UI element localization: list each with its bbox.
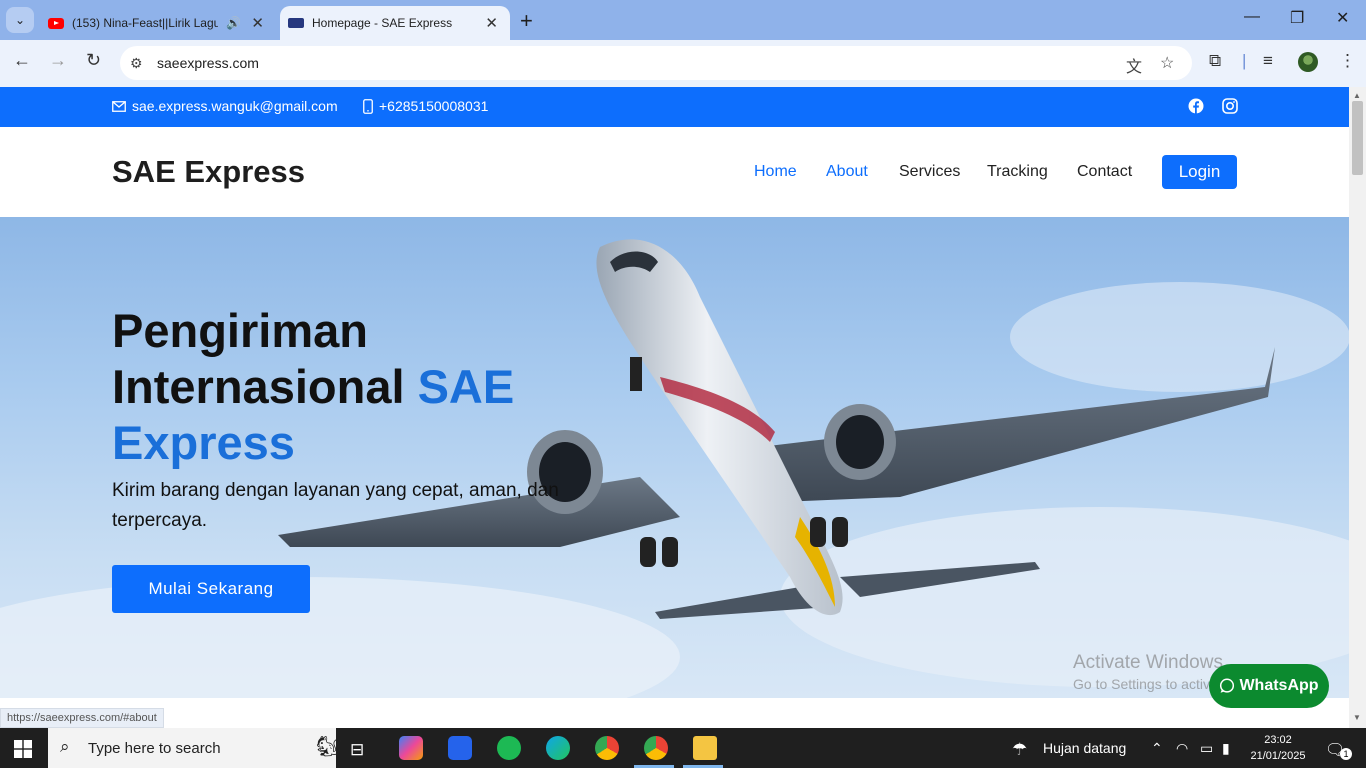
- brand-logo[interactable]: SAE Express: [112, 154, 305, 190]
- envelope-icon: [112, 100, 126, 112]
- search-highlight-icon: 🐿: [316, 736, 342, 758]
- weather-rain-icon[interactable]: ☂: [1012, 740, 1027, 760]
- speaker-icon[interactable]: 🔊: [226, 16, 241, 30]
- chevron-up-icon[interactable]: ⌃: [1151, 740, 1163, 757]
- hero-title: Pengiriman Internasional SAE Express: [112, 303, 632, 471]
- nav-about[interactable]: About: [826, 163, 868, 181]
- scroll-up-arrow[interactable]: ▲: [1353, 91, 1361, 100]
- site-info-icon[interactable]: ⚙: [130, 55, 143, 72]
- youtube-icon: [48, 17, 64, 29]
- start-now-button[interactable]: Mulai Sekarang: [112, 565, 310, 613]
- minimize-button[interactable]: —: [1244, 8, 1260, 26]
- new-tab-button[interactable]: +: [520, 8, 533, 34]
- notification-count: 1: [1340, 748, 1352, 760]
- tab-title: Homepage - SAE Express: [312, 16, 453, 30]
- microsoft-store-icon[interactable]: [448, 736, 472, 760]
- tab-sae-express[interactable]: Homepage - SAE Express ✕: [280, 6, 510, 40]
- url-text[interactable]: saeexpress.com: [157, 55, 259, 71]
- phone-icon: [363, 98, 373, 114]
- profile-avatar[interactable]: [1298, 52, 1318, 72]
- nav-services[interactable]: Services: [899, 163, 960, 181]
- web-page: sae.express.wanguk@gmail.com +6285150008…: [0, 87, 1349, 728]
- main-navbar: SAE Express Home About Services Tracking…: [0, 127, 1349, 217]
- hero-title-line2: Internasional: [112, 360, 405, 413]
- tab-title: (153) Nina-Feast||Lirik Lagu: [72, 16, 218, 30]
- address-bar[interactable]: ⚙ saeexpress.com 文 ☆: [120, 46, 1192, 80]
- facebook-icon[interactable]: [1188, 98, 1204, 114]
- site-favicon-icon: [288, 18, 304, 28]
- bookmark-star-icon[interactable]: ☆: [1160, 53, 1174, 73]
- browser-toolbar: ← → ↻ ⚙ saeexpress.com 文 ☆ ⧉ | ≡ ⋮: [0, 40, 1366, 87]
- file-explorer-icon[interactable]: [693, 736, 717, 760]
- clock-date: 21/01/2025: [1250, 750, 1306, 762]
- forward-button[interactable]: →: [49, 50, 67, 71]
- nav-home[interactable]: Home: [754, 163, 797, 181]
- whatsapp-button[interactable]: WhatsApp: [1209, 664, 1329, 708]
- restore-button[interactable]: ❐: [1290, 8, 1304, 28]
- windows-start-icon[interactable]: [14, 740, 32, 758]
- instagram-icon[interactable]: [1222, 98, 1238, 114]
- system-clock[interactable]: 23:02 21/01/2025: [1248, 732, 1308, 764]
- status-bar-link: https://saeexpress.com/#about: [0, 708, 164, 728]
- menu-kebab-icon[interactable]: ⋮: [1339, 51, 1356, 71]
- chrome-icon[interactable]: [595, 736, 619, 760]
- hero-subtitle: Kirim barang dengan layanan yang cepat, …: [112, 480, 559, 531]
- translate-icon[interactable]: 文: [1126, 53, 1142, 77]
- extensions-icon[interactable]: ⧉: [1209, 51, 1221, 71]
- spotify-icon[interactable]: [497, 736, 521, 760]
- hero-title-line1: Pengiriman: [112, 304, 368, 357]
- back-button[interactable]: ←: [13, 50, 31, 71]
- close-tab-icon[interactable]: ✕: [251, 14, 264, 32]
- phone-contact[interactable]: +6285150008031: [363, 98, 488, 114]
- chrome-profile-icon[interactable]: [644, 736, 668, 760]
- task-view-icon[interactable]: ⊟: [350, 740, 364, 760]
- edge-icon[interactable]: [546, 736, 570, 760]
- scroll-thumb[interactable]: [1352, 101, 1363, 175]
- toolbar-divider: |: [1242, 51, 1247, 70]
- close-window-button[interactable]: ✕: [1336, 8, 1349, 28]
- close-tab-icon[interactable]: ✕: [485, 14, 498, 32]
- weather-text[interactable]: Hujan datang: [1043, 740, 1126, 756]
- hero-section: Pengiriman Internasional SAE Express Kir…: [0, 217, 1349, 698]
- media-control-icon[interactable]: ≡: [1263, 51, 1273, 71]
- search-placeholder: Type here to search: [88, 740, 221, 757]
- reload-button[interactable]: ↻: [86, 50, 101, 71]
- nav-contact[interactable]: Contact: [1077, 163, 1132, 181]
- meet-now-icon[interactable]: ▭: [1200, 740, 1213, 757]
- email-contact[interactable]: sae.express.wanguk@gmail.com: [112, 98, 338, 114]
- windows-taskbar: ⌕ Type here to search 🐿 ⊟ ☂ Hujan datang…: [0, 728, 1366, 768]
- tab-youtube[interactable]: (153) Nina-Feast||Lirik Lagu 🔊 ✕: [40, 6, 276, 40]
- taskbar-search[interactable]: ⌕ Type here to search 🐿: [48, 728, 341, 768]
- network-icon[interactable]: ◠: [1176, 740, 1188, 757]
- browser-tab-strip: ⌄ (153) Nina-Feast||Lirik Lagu 🔊 ✕ Homep…: [0, 0, 1366, 40]
- battery-icon[interactable]: ▮: [1222, 740, 1230, 757]
- nav-tracking[interactable]: Tracking: [987, 163, 1048, 181]
- whatsapp-label: WhatsApp: [1239, 677, 1319, 694]
- contact-topbar: sae.express.wanguk@gmail.com +6285150008…: [0, 87, 1349, 127]
- scroll-down-arrow[interactable]: ▼: [1353, 713, 1361, 722]
- search-icon: ⌕: [60, 737, 70, 756]
- phone-text: +6285150008031: [379, 98, 489, 114]
- tab-search-button[interactable]: ⌄: [6, 7, 34, 33]
- copilot-icon[interactable]: [399, 736, 423, 760]
- login-button[interactable]: Login: [1162, 155, 1237, 189]
- clock-time: 23:02: [1264, 734, 1292, 746]
- whatsapp-icon: [1220, 678, 1235, 693]
- page-scrollbar[interactable]: ▲ ▼: [1349, 87, 1366, 728]
- hero-title-accent2: Express: [112, 416, 295, 469]
- email-text: sae.express.wanguk@gmail.com: [132, 98, 338, 114]
- hero-title-accent1: SAE: [417, 360, 515, 413]
